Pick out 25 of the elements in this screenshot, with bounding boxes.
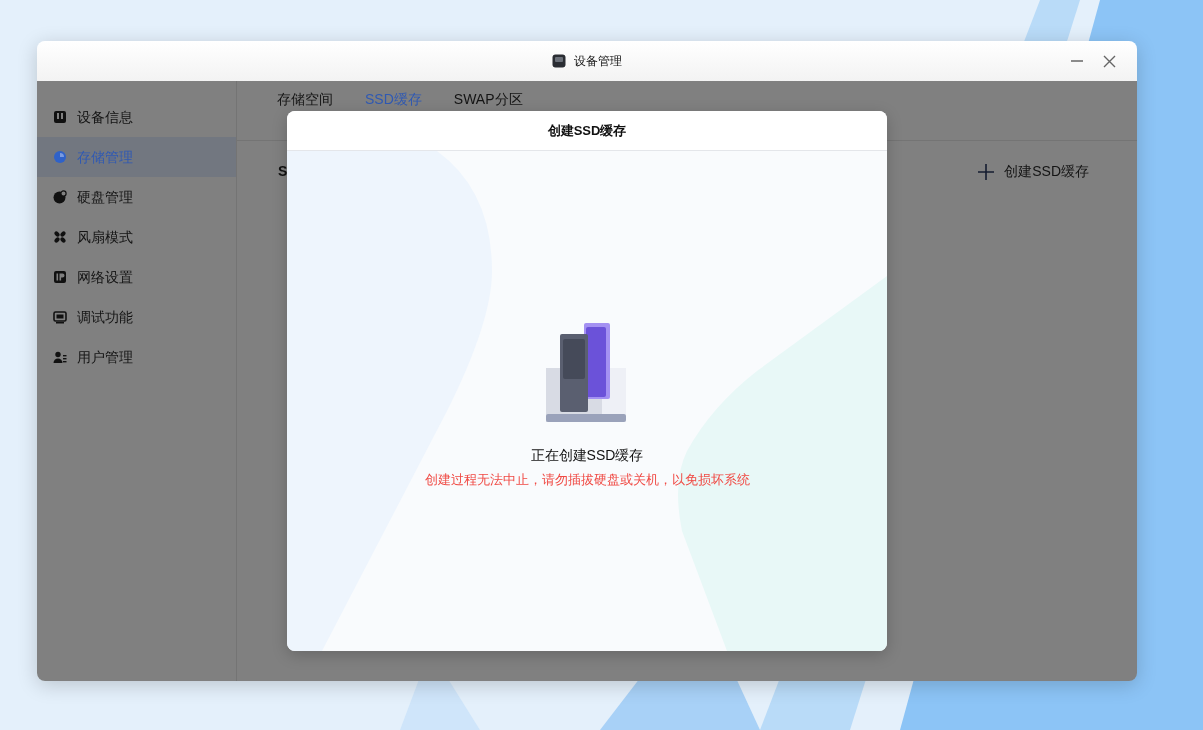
sidebar-item[interactable]: 调试功能 <box>37 297 236 337</box>
window-title: 设备管理 <box>574 53 622 70</box>
app-icon <box>552 54 566 68</box>
warning-text: 创建过程无法中止，请勿插拔硬盘或关机，以免损坏系统 <box>424 471 750 489</box>
plus-icon <box>978 163 995 180</box>
dialog-title: 创建SSD缓存 <box>547 121 627 140</box>
close-icon <box>1102 54 1116 68</box>
sidebar-item[interactable]: 网络设置 <box>37 257 236 297</box>
section-title: S <box>278 162 288 181</box>
ip-icon <box>53 270 67 284</box>
tab[interactable]: 存储空间 <box>277 90 333 108</box>
fan-icon <box>53 230 67 244</box>
sidebar-item[interactable]: 用户管理 <box>37 337 236 377</box>
monitor-icon <box>53 310 67 324</box>
sidebar-item[interactable]: 风扇模式 <box>37 217 236 257</box>
tab[interactable]: SWAP分区 <box>453 90 523 108</box>
sidebar-item[interactable]: 硬盘管理 <box>37 177 236 217</box>
disk-icon <box>53 190 67 204</box>
device-icon <box>53 110 67 124</box>
pie-chart-icon <box>53 150 67 164</box>
status-text: 正在创建SSD缓存 <box>530 446 644 465</box>
close-button[interactable] <box>1101 53 1117 69</box>
sidebar-item[interactable]: 设备信息 <box>37 97 236 137</box>
users-icon <box>53 350 67 364</box>
create-ssd-cache-button[interactable]: 创建SSD缓存 <box>978 161 1089 182</box>
